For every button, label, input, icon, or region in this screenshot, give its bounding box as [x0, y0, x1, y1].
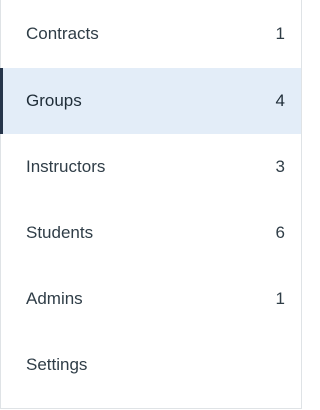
- sidebar-nav: Contracts 1 Groups 4 Instructors 3 Stude…: [0, 0, 301, 398]
- sidebar-item-count: 3: [275, 157, 285, 176]
- sidebar-item-count: 4: [275, 91, 285, 110]
- sidebar-item-count: 1: [275, 289, 285, 308]
- sidebar-item-label: Groups: [26, 91, 82, 110]
- sidebar-item-label: Settings: [26, 355, 88, 374]
- sidebar-panel: Contracts 1 Groups 4 Instructors 3 Stude…: [0, 0, 302, 409]
- sidebar-item-label: Instructors: [26, 157, 106, 176]
- sidebar-item-label: Students: [26, 223, 94, 242]
- sidebar-item-label: Admins: [26, 289, 83, 308]
- sidebar-item-groups[interactable]: Groups 4: [0, 68, 301, 134]
- sidebar-item-count: 6: [275, 223, 285, 242]
- sidebar-item-count: 1: [275, 24, 285, 43]
- sidebar-item-admins[interactable]: Admins 1: [1, 266, 301, 332]
- sidebar-item-instructors[interactable]: Instructors 3: [1, 134, 301, 200]
- sidebar-item-settings[interactable]: Settings: [1, 332, 301, 398]
- sidebar-item-students[interactable]: Students 6: [1, 200, 301, 266]
- sidebar-item-label: Contracts: [26, 24, 99, 43]
- sidebar-item-contracts[interactable]: Contracts 1: [1, 0, 301, 68]
